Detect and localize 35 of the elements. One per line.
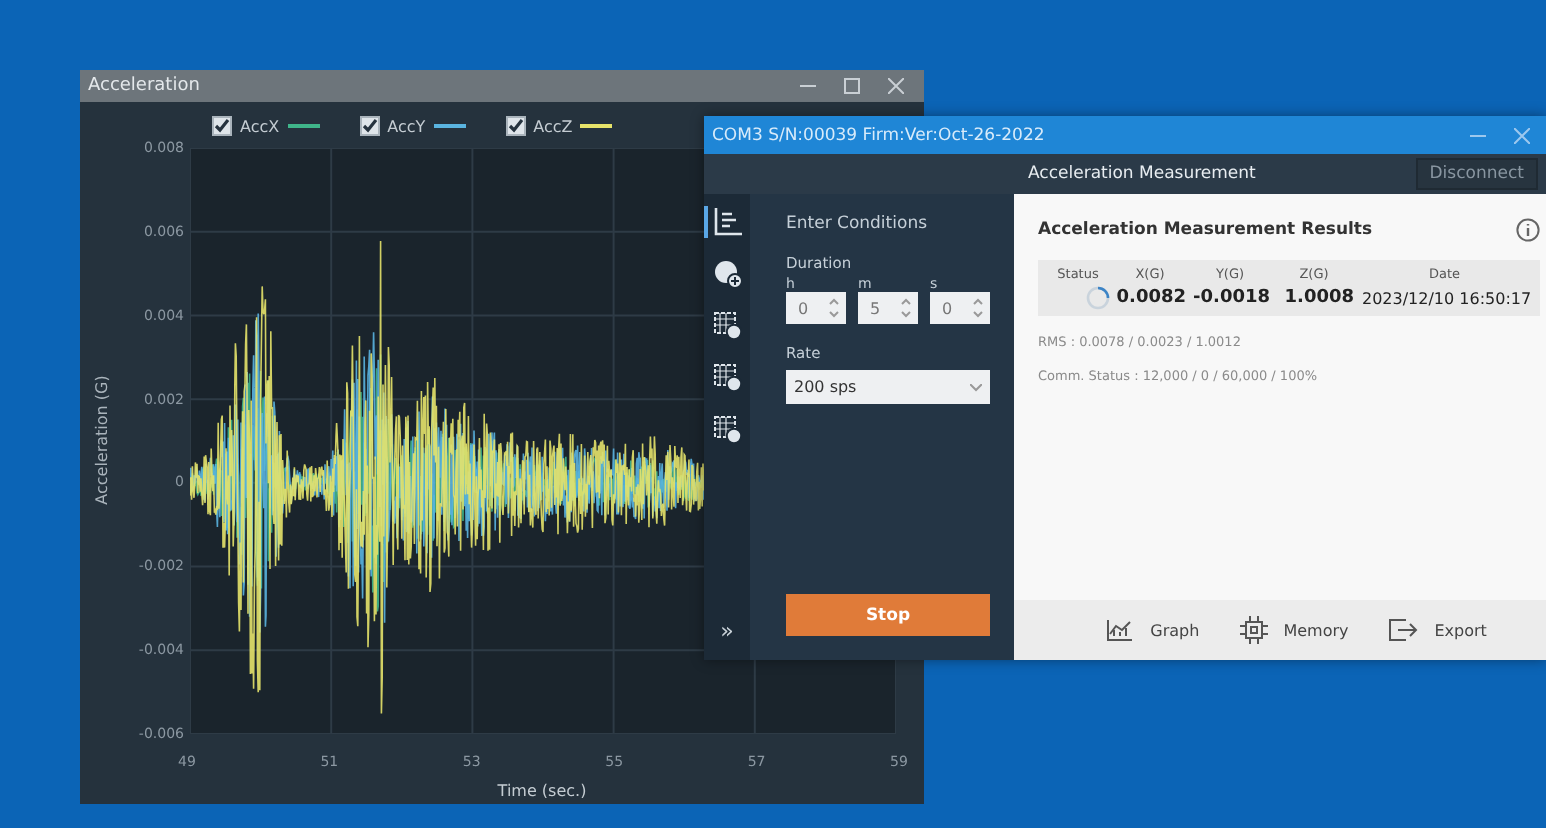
maximize-icon[interactable] xyxy=(844,78,860,94)
checkbox[interactable] xyxy=(359,116,380,136)
chevron-down-icon xyxy=(970,383,982,391)
list-chart-icon xyxy=(713,208,741,236)
window-title: Acceleration xyxy=(88,76,200,96)
number-spinner[interactable]: 0 xyxy=(786,292,846,324)
info-icon[interactable] xyxy=(1515,218,1540,242)
number-spinner[interactable]: 0 xyxy=(930,292,990,324)
disconnect-button[interactable]: Disconnect xyxy=(1415,158,1538,190)
legend-label: AccX xyxy=(240,117,280,135)
table-cell: 0.0082 xyxy=(1114,288,1186,308)
graph-button[interactable]: Graph xyxy=(1102,614,1204,646)
spinner-icon xyxy=(1086,286,1110,310)
table-cell-text: 1.0008 xyxy=(1282,288,1354,308)
rate-dropdown[interactable]: 200 sps xyxy=(786,370,990,404)
number-spinner[interactable]: 5 xyxy=(858,292,918,324)
checkbox[interactable] xyxy=(212,116,232,136)
page-title: Acceleration Measurement xyxy=(1028,164,1258,184)
section-title: Acceleration Measurement Results xyxy=(1038,220,1373,240)
export-button[interactable]: Export xyxy=(1384,614,1491,646)
axis-label: Acceleration (G) xyxy=(93,375,111,505)
chart-icon xyxy=(1106,618,1135,642)
table-cell-text: -0.0018 xyxy=(1191,288,1270,308)
window-title: COM3 S/N:00039 Firm:Ver:Oct-26-2022 xyxy=(712,125,1045,145)
close-icon[interactable] xyxy=(888,78,904,94)
chip-icon xyxy=(1239,616,1268,644)
memory-button[interactable]: Memory xyxy=(1235,612,1353,648)
legend-label: AccY xyxy=(387,117,426,135)
expand-button[interactable]: » xyxy=(720,618,734,660)
panel-title: Enter Conditions xyxy=(786,214,930,234)
export-icon xyxy=(1388,618,1419,642)
checkbox[interactable] xyxy=(505,116,526,136)
legend-label: AccZ xyxy=(533,117,573,135)
axis-label: Time (sec.) xyxy=(497,782,587,800)
table-cell-text: 2023/12/10 16:50:17 xyxy=(1360,289,1532,307)
